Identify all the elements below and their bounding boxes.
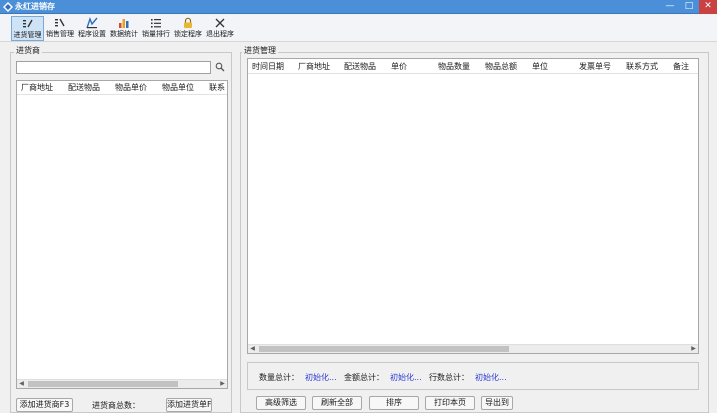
purchase-col-item[interactable]: 配送物品 bbox=[344, 61, 376, 73]
ranking-icon bbox=[151, 19, 161, 28]
sort-button[interactable]: 排序 bbox=[369, 396, 419, 410]
supplier-search-input[interactable] bbox=[16, 61, 211, 74]
scroll-thumb[interactable] bbox=[28, 381, 178, 387]
advanced-filter-button[interactable]: 高级筛选 bbox=[256, 396, 306, 410]
toolbar-ranking-button[interactable]: 销量排行 bbox=[141, 16, 171, 41]
title-bar: 永红进销存 — □ ✕ bbox=[0, 0, 717, 14]
purchase-table[interactable]: 时间日期 厂商地址 配送物品 单价 物品数量 物品总额 单位 发票单号 联系方式… bbox=[247, 58, 699, 354]
toolbar-label: 进货管理 bbox=[13, 31, 42, 39]
purchase-col-unit[interactable]: 单位 bbox=[532, 61, 548, 73]
toolbar-exit-button[interactable]: 退出程序 bbox=[205, 16, 235, 41]
scroll-right-arrow-icon[interactable]: ▶ bbox=[689, 345, 698, 353]
lock-icon bbox=[184, 17, 192, 28]
chart-icon bbox=[119, 19, 129, 28]
amount-total-label: 金额总计： bbox=[344, 373, 384, 382]
toolbar-lock-button[interactable]: 锁定程序 bbox=[173, 16, 203, 41]
purchase-col-contact[interactable]: 联系方式 bbox=[626, 61, 658, 73]
scroll-left-arrow-icon[interactable]: ◀ bbox=[17, 380, 26, 388]
search-icon bbox=[215, 62, 225, 72]
maximize-button[interactable]: □ bbox=[680, 0, 698, 14]
toolbar-label: 程序设置 bbox=[78, 30, 106, 38]
purchase-col-remark[interactable]: 备注 bbox=[673, 61, 689, 73]
refresh-all-button[interactable]: 刷新全部 bbox=[312, 396, 362, 410]
settings-icon bbox=[86, 17, 98, 29]
supplier-table-header: 厂商地址 配送物品 物品单价 物品单位 联系 bbox=[17, 81, 227, 95]
purchase-col-datetime[interactable]: 时间日期 bbox=[252, 61, 284, 73]
purchase-table-header: 时间日期 厂商地址 配送物品 单价 物品数量 物品总额 单位 发票单号 联系方式… bbox=[248, 60, 698, 74]
add-supplier-button[interactable]: 添加进货商F3 bbox=[16, 398, 73, 412]
supplier-total-label: 进货商总数： bbox=[92, 401, 140, 410]
supplier-col-unit[interactable]: 物品单位 bbox=[162, 82, 194, 94]
amount-total-value: 初始化... bbox=[390, 373, 422, 382]
supplier-col-unit-price[interactable]: 物品单价 bbox=[115, 82, 147, 94]
close-icon bbox=[215, 18, 225, 28]
toolbar-label: 锁定程序 bbox=[174, 30, 202, 38]
toolbar-label: 数据统计 bbox=[110, 30, 138, 38]
purchase-col-price[interactable]: 单价 bbox=[391, 61, 407, 73]
purchase-col-address[interactable]: 厂商地址 bbox=[298, 61, 330, 73]
quantity-total-label: 数量总计： bbox=[259, 373, 299, 382]
sales-icon bbox=[55, 18, 65, 27]
toolbar-sales-button[interactable]: 销售管理 bbox=[45, 16, 75, 41]
toolbar-label: 销售管理 bbox=[46, 30, 74, 38]
toolbar-statistics-button[interactable]: 数据统计 bbox=[109, 16, 139, 41]
quantity-total-value: 初始化... bbox=[305, 373, 337, 382]
toolbar-settings-button[interactable]: 程序设置 bbox=[77, 16, 107, 41]
supplier-table[interactable]: 厂商地址 配送物品 物品单价 物品单位 联系 ◀ ▶ bbox=[16, 80, 228, 389]
purchase-col-invoice[interactable]: 发票单号 bbox=[579, 61, 611, 73]
export-button[interactable]: 导出到 bbox=[481, 396, 513, 410]
toolbar-label: 销量排行 bbox=[142, 30, 170, 38]
close-window-button[interactable]: ✕ bbox=[699, 0, 717, 14]
toolbar-label: 退出程序 bbox=[206, 30, 234, 38]
scroll-left-arrow-icon[interactable]: ◀ bbox=[248, 345, 257, 353]
main-toolbar: 进货管理 销售管理 程序设置 数据统计 销量排行 锁定程序 退出程序 bbox=[0, 15, 717, 42]
purchase-group-title: 进货管理 bbox=[242, 46, 278, 56]
supplier-search-button[interactable] bbox=[213, 61, 227, 74]
supplier-group-title: 进货商 bbox=[14, 46, 42, 56]
purchase-table-hscrollbar[interactable]: ◀ ▶ bbox=[248, 344, 698, 353]
purchase-col-quantity[interactable]: 物品数量 bbox=[438, 61, 470, 73]
purchase-col-total[interactable]: 物品总额 bbox=[485, 61, 517, 73]
scroll-right-arrow-icon[interactable]: ▶ bbox=[218, 380, 227, 388]
supplier-table-hscrollbar[interactable]: ◀ ▶ bbox=[17, 379, 227, 388]
supplier-col-address[interactable]: 厂商地址 bbox=[21, 82, 53, 94]
supplier-col-item[interactable]: 配送物品 bbox=[68, 82, 100, 94]
print-page-button[interactable]: 打印本页 bbox=[425, 396, 475, 410]
minimize-button[interactable]: — bbox=[661, 0, 679, 14]
rows-total-label: 行数总计： bbox=[429, 373, 469, 382]
supplier-col-contact[interactable]: 联系 bbox=[209, 82, 225, 94]
window-title: 永红进销存 bbox=[15, 2, 55, 11]
rows-total-value: 初始化... bbox=[475, 373, 507, 382]
scroll-thumb[interactable] bbox=[259, 346, 509, 352]
purchase-icon bbox=[22, 19, 33, 28]
app-logo-icon bbox=[3, 2, 13, 12]
add-purchase-order-button[interactable]: 添加进货单F4 bbox=[166, 398, 212, 412]
toolbar-purchase-button[interactable]: 进货管理 bbox=[11, 16, 44, 41]
